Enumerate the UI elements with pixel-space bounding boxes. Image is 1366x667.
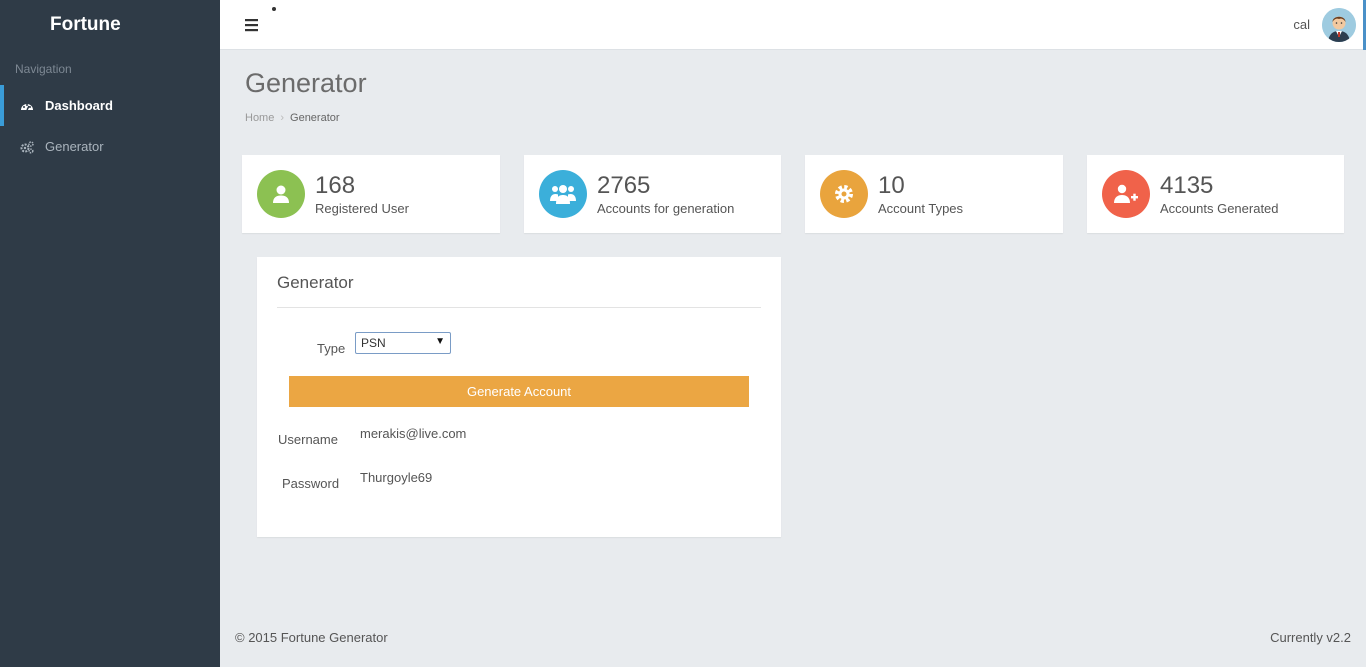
stat-value: 2765 (597, 172, 651, 199)
stat-card-accounts-generated: 4135 Accounts Generated (1087, 155, 1344, 233)
username-label: Username (278, 432, 338, 447)
sidebar: Fortune Navigation Dashboard Generator (0, 0, 220, 667)
breadcrumb-current: Generator (290, 112, 340, 124)
avatar-icon[interactable] (1322, 8, 1356, 42)
username-value: merakis@live.com (360, 426, 467, 441)
stat-label: Accounts for generation (597, 201, 735, 216)
user-icon (257, 170, 305, 218)
user-name[interactable]: cal (1293, 17, 1310, 32)
page-title: Generator (245, 68, 367, 98)
sidebar-item-generator[interactable]: Generator (0, 126, 220, 167)
stat-label: Account Types (878, 201, 964, 216)
breadcrumb-home[interactable]: Home (245, 112, 274, 124)
password-label: Password (282, 476, 340, 491)
stat-value: 4135 (1160, 172, 1214, 199)
nav-heading: Navigation (15, 62, 72, 76)
sidebar-item-label: Dashboard (45, 98, 113, 113)
type-label: Type (317, 341, 346, 356)
users-icon (539, 170, 587, 218)
dot-icon (272, 7, 276, 11)
hamburger-icon[interactable] (244, 17, 260, 33)
sidebar-item-label: Generator (45, 139, 104, 154)
stat-value: 168 (315, 172, 356, 199)
password-value: Thurgoyle69 (360, 470, 433, 485)
stat-card-accounts-for-generation: 2765 Accounts for generation (524, 155, 781, 233)
breadcrumb: Home › Generator (245, 112, 340, 124)
stat-label: Accounts Generated (1160, 201, 1279, 216)
breadcrumb-separator-icon: › (280, 112, 285, 124)
generator-panel: Generator Type PSN ▼ Generate Account Us… (257, 257, 781, 537)
footer-copyright: © 2015 Fortune Generator (235, 630, 388, 645)
topbar: cal (220, 0, 1366, 50)
dashboard-icon (20, 99, 34, 113)
panel-title: Generator (277, 273, 354, 292)
stat-label: Registered User (315, 201, 409, 216)
sidebar-item-dashboard[interactable]: Dashboard (0, 85, 220, 126)
panel-divider (277, 307, 761, 308)
gear-icon (820, 170, 868, 218)
stat-card-account-types: 10 Account Types (805, 155, 1063, 233)
type-select[interactable]: PSN ▼ (355, 332, 451, 354)
type-select-value: PSN (361, 336, 386, 350)
stat-value: 10 (878, 172, 905, 199)
cogs-icon (20, 140, 34, 154)
brand-logo[interactable]: Fortune (0, 0, 220, 50)
user-plus-icon (1102, 170, 1150, 218)
footer-version: Currently v2.2 (1270, 630, 1351, 645)
stat-card-registered-user: 168 Registered User (242, 155, 500, 233)
dropdown-arrow-icon: ▼ (435, 336, 445, 347)
generate-account-button[interactable]: Generate Account (289, 376, 749, 407)
